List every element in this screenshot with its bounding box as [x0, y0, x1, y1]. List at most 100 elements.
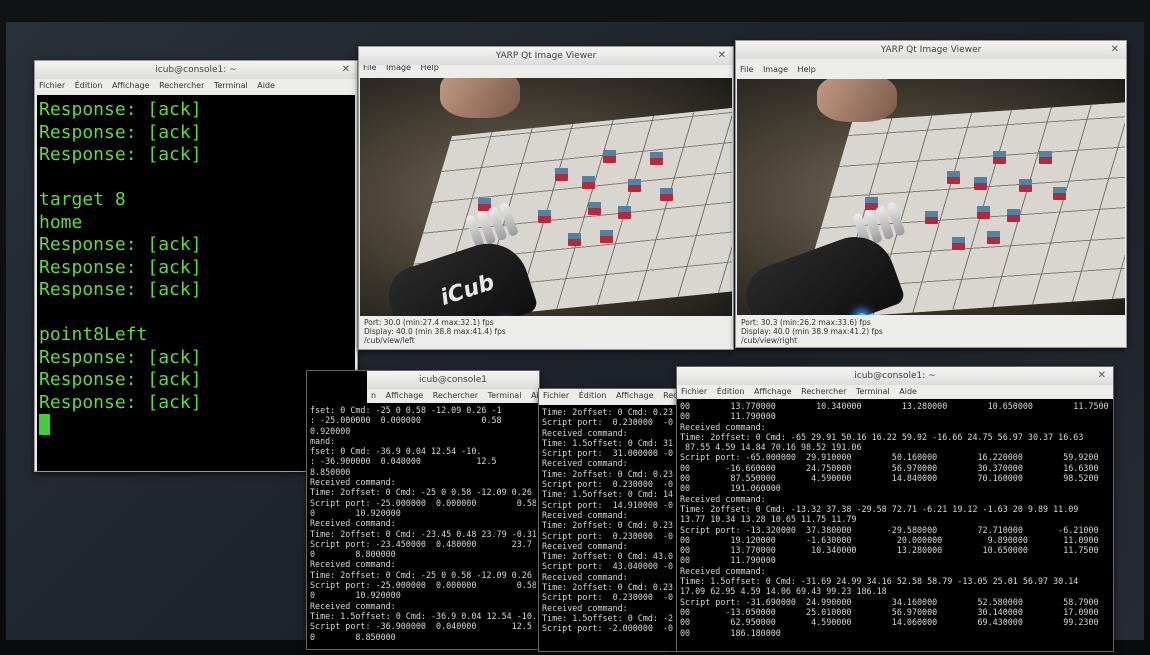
terminal-line: Response: [ack] [39, 279, 202, 300]
menu-fichier[interactable]: Fichier [543, 391, 569, 400]
menu-affichage[interactable]: Affichage [754, 387, 792, 396]
terminal-line: 00 13.770000 10.340000 13.280000 10.6500… [680, 401, 1109, 411]
window-title: icub@console1: ~ [155, 65, 237, 75]
terminal-line: Response: [ack] [39, 144, 202, 165]
terminal-line: fset: 0 Cmd: -25 0 0.58 -12.09 0.26 -1 [310, 405, 502, 415]
terminal-line: point8Left [39, 324, 148, 345]
menu-terminal[interactable]: Terminal [856, 387, 890, 396]
cube [993, 151, 1006, 164]
viewer-title-bar[interactable]: YARP Qt Image Viewer ✕ [359, 47, 733, 65]
menu-help[interactable]: Help [798, 65, 816, 74]
close-icon[interactable]: ✕ [1111, 41, 1119, 59]
terminal-line: Time: 2offset: 0 Cmd: 0.23 [542, 407, 674, 417]
port-name: /cub/view/left [364, 336, 415, 345]
terminal-line: Time: 2offset: 0 Cmd: -23.45 0.48 23.79 … [310, 528, 536, 539]
terminal-title-bar[interactable]: icub@console1: ~ ✕ [35, 61, 357, 79]
terminal-output[interactable]: 00 13.770000 10.340000 13.280000 10.6500… [677, 399, 1113, 651]
terminal-line: 00 -16.660000 24.750000 56.970000 30.370… [680, 462, 1099, 473]
cube [947, 171, 960, 184]
terminal-line: Script port: -23.450000 0.480000 23.7 [310, 538, 532, 549]
menu-edition[interactable]: Édition [717, 387, 745, 396]
terminal-line: Response: [ack] [39, 346, 202, 368]
terminal-line: Time: 2offset: 0 Cmd: -13.32 37.38 -29.5… [680, 503, 1079, 514]
menu-edition[interactable]: Édition [579, 391, 607, 400]
menu-fichier[interactable]: Fichier [39, 81, 65, 90]
cube [1007, 209, 1020, 222]
image-viewer-left[interactable]: YARP Qt Image Viewer ✕ File Image Help i… [358, 46, 734, 350]
image-viewer-right[interactable]: YARP Qt Image Viewer ✕ File Image Help P… [735, 40, 1127, 348]
menu-file[interactable]: File [740, 65, 753, 74]
terminal-line: Script port: -2.000000 -0 [542, 623, 674, 634]
menu-aide[interactable]: Aide [257, 81, 275, 90]
terminal-line: Script port: 0.230000 -0 [542, 592, 674, 603]
port-fps: Port: 30.3 (min:26.2 max:33.6) fps [741, 318, 871, 327]
terminal-line: Script port: 43.040000 -0 [542, 561, 674, 572]
terminal-line: Time: 2offset: 0 Cmd: 0.23 [542, 520, 674, 531]
terminal-line: Time: 2offset: 0 Cmd: -25 0 0.58 -12.09 … [310, 487, 536, 498]
menu-item[interactable]: n [371, 391, 376, 400]
menu-rechercher[interactable]: Rechercher [801, 387, 846, 396]
menu-rechercher[interactable]: Rech [663, 391, 677, 400]
cube [618, 206, 631, 219]
display-fps: Display: 40.0 (min 38.8 max:41.4) fps [364, 327, 506, 336]
menu-rechercher[interactable]: Rechercher [433, 391, 478, 400]
terminal-line: 00 13.770000 10.340000 13.280000 10.6500… [680, 545, 1099, 556]
terminal-line: 0.920000 [310, 425, 351, 436]
terminal-title-bar[interactable]: icub@console1: ~ ✕ [677, 367, 1113, 385]
menu-terminal[interactable]: Terminal [214, 81, 248, 90]
menu-affichage[interactable]: Affichage [112, 81, 150, 90]
terminal-line: Script port: 14.910000 -0 [542, 499, 674, 510]
terminal-line: Script port: 0.230000 -0 [542, 479, 674, 490]
terminal-window-b[interactable]: Fichier Édition Affichage Rech Time: 2of… [538, 388, 678, 652]
terminal-line: Time: 2offset: 0 Cmd: -65 29.91 50.16 16… [680, 431, 1084, 442]
terminal-line: Time: 2offset: 0 Cmd: 43.0 [542, 551, 674, 562]
close-icon[interactable]: ✕ [1098, 367, 1106, 385]
terminal-window-c[interactable]: icub@console1: ~ ✕ Fichier Édition Affic… [676, 366, 1114, 652]
terminal-line: 0 8.800000 [310, 549, 396, 560]
menu-affichage[interactable]: Affichage [386, 391, 424, 400]
terminal-line: Received command: [680, 421, 766, 432]
cube [987, 231, 1000, 244]
cube [925, 211, 938, 224]
close-icon[interactable]: ✕ [342, 61, 350, 79]
terminal-line: Received command: [310, 559, 396, 570]
menu-affichage[interactable]: Affichage [616, 391, 654, 400]
terminal-window-a[interactable]: icub@console1 n Affichage Rechercher Ter… [306, 370, 540, 650]
terminal-line: Script port: 31.000000 -0 [542, 448, 674, 459]
cube [603, 150, 616, 163]
terminal-line: : -36.900000 0.040000 12.5 [310, 456, 497, 467]
terminal-line: 0 8.850000 [310, 631, 396, 642]
terminal-line: Time: 1.5offset: 0 Cmd: -36.9 0.04 12.54… [310, 610, 536, 621]
menu-image[interactable]: Image [763, 65, 788, 74]
terminal-line: mand: [310, 435, 336, 446]
viewer-title-bar[interactable]: YARP Qt Image Viewer ✕ [736, 41, 1126, 59]
menu-fichier[interactable]: Fichier [681, 387, 707, 396]
terminal-line: 00 -13.050000 25.010000 56.970000 30.140… [680, 606, 1099, 617]
terminal-line: 0 10.920000 [310, 590, 401, 601]
terminal-line: Time: 2offset: 0 Cmd: 0.23 [542, 468, 674, 479]
terminal-output[interactable]: fset: 0 Cmd: -25 0 0.58 -12.09 0.26 -1 :… [307, 403, 539, 647]
terminal-menu-bar: Fichier Édition Affichage Rechercher Ter… [677, 385, 1113, 399]
terminal-title-bar[interactable]: icub@console1 [367, 371, 539, 389]
terminal-line: Received command: [680, 493, 766, 504]
terminal-line: Time: 1.5offset: 0 Cmd: 14 [542, 489, 674, 500]
terminal-line: Received command: [310, 477, 396, 488]
menu-aide[interactable]: Aide [899, 387, 917, 396]
terminal-line: Time: 1.5offset: 0 Cmd: -2 [542, 612, 674, 623]
terminal-line: 00 62.950000 4.590000 14.060000 69.43000… [680, 617, 1099, 628]
window-title: YARP Qt Image Viewer [880, 45, 982, 55]
menu-rechercher[interactable]: Rechercher [159, 81, 204, 90]
terminal-line: Received command: [542, 458, 628, 469]
terminal-line: Response: [ack] [39, 121, 202, 143]
cube [600, 230, 613, 243]
close-icon[interactable]: ✕ [718, 47, 726, 65]
menu-edition[interactable]: Édition [75, 81, 103, 90]
cube [628, 179, 641, 192]
terminal-line: Script port: -13.320000 37.380000 -29.58… [680, 524, 1099, 535]
cube [660, 188, 673, 201]
menu-terminal[interactable]: Terminal [488, 391, 522, 400]
terminal-line: Time: 2offset: 0 Cmd: 0.23 [542, 582, 674, 593]
terminal-output[interactable]: Time: 2offset: 0 Cmd: 0.23 Script port: … [539, 405, 677, 651]
